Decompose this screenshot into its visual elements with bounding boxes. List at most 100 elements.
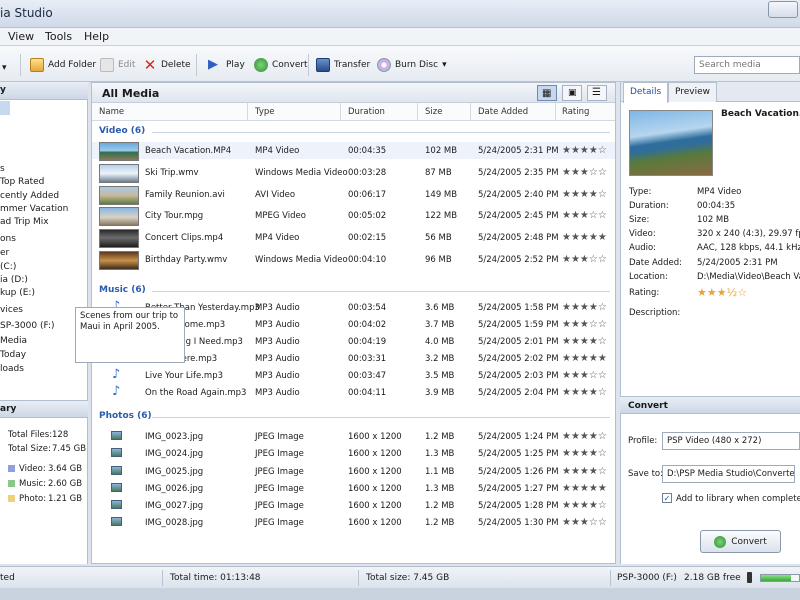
dropdown-arrow-icon[interactable]: ▾ <box>2 58 7 78</box>
cell-date: 5/24/2005 1:27 PM <box>478 484 559 494</box>
add-to-library-label: Add to library when complete <box>676 494 800 504</box>
group-header-video[interactable]: Video (6) <box>99 126 145 136</box>
nav-item-backup-e[interactable]: kup (E:) <box>0 288 35 298</box>
column-duration[interactable]: Duration <box>348 107 385 117</box>
column-divider[interactable] <box>340 103 341 121</box>
edit-button[interactable]: Edit <box>100 55 135 75</box>
cell-date: 5/24/2005 2:02 PM <box>478 354 559 364</box>
nav-item-drive-c[interactable]: (C:) <box>0 262 16 272</box>
tab-preview[interactable]: Preview <box>668 82 718 102</box>
cell-dimensions: 1600 x 1200 <box>348 484 402 494</box>
nav-item-psp-3000[interactable]: SP-3000 (F:) <box>0 321 55 331</box>
delete-button[interactable]: ✕ Delete <box>143 55 191 75</box>
storage-bar-fill <box>761 575 792 581</box>
table-row[interactable]: ♪ Live Your Life.mp3 MP3 Audio 00:03:47 … <box>92 367 615 384</box>
minimize-button[interactable] <box>768 1 798 18</box>
table-row[interactable]: IMG_0028.jpg JPEG Image 1600 x 1200 1.2 … <box>92 514 615 531</box>
rating-stars[interactable]: ★★★☆☆ <box>562 210 607 221</box>
search-input[interactable] <box>694 56 800 74</box>
rating-stars[interactable]: ★★★★☆ <box>562 466 607 477</box>
rating-stars[interactable]: ★★★★☆ <box>562 336 607 347</box>
column-divider[interactable] <box>247 103 248 121</box>
convert-toolbar-button[interactable]: Convert <box>254 55 308 75</box>
column-divider[interactable] <box>470 103 471 121</box>
add-to-library-checkbox[interactable]: ✓ <box>662 493 672 503</box>
table-row[interactable]: IMG_0027.jpg JPEG Image 1600 x 1200 1.2 … <box>92 497 615 514</box>
table-row[interactable]: Concert Clips.mp4 MP4 Video 00:02:15 56 … <box>92 229 615 248</box>
add-folder-button[interactable]: Add Folder <box>30 55 96 75</box>
nav-item-recently-added[interactable]: cently Added <box>0 191 59 201</box>
nav-item[interactable]: s <box>0 164 5 174</box>
cell-size: 1.2 MB <box>425 501 455 511</box>
rating-stars[interactable]: ★★★☆☆ <box>562 319 607 330</box>
thumbnail-view-button[interactable]: ▣ <box>562 85 582 101</box>
nav-item-summer-vacation[interactable]: mmer Vacation <box>0 204 68 214</box>
detail-rating-stars[interactable]: ★★★½☆ <box>697 286 747 299</box>
group-divider <box>152 291 610 292</box>
column-date-added[interactable]: Date Added <box>478 107 528 117</box>
nav-item-today[interactable]: Today <box>0 350 26 360</box>
nav-item-devices[interactable]: vices <box>0 305 23 315</box>
menu-view[interactable]: View <box>8 30 34 43</box>
column-size[interactable]: Size <box>425 107 442 117</box>
column-type[interactable]: Type <box>255 107 275 117</box>
rating-stars[interactable]: ★★★★☆ <box>562 189 607 200</box>
rating-stars[interactable]: ★★★☆☆ <box>562 167 607 178</box>
table-row[interactable]: Birthday Party.wmv Windows Media Video 0… <box>92 251 615 270</box>
rating-stars[interactable]: ★★★★☆ <box>562 387 607 398</box>
nav-item-media[interactable]: Media <box>0 336 27 346</box>
group-header-photos[interactable]: Photos (6) <box>99 411 152 421</box>
profile-select[interactable]: PSP Video (480 x 272) <box>662 432 800 450</box>
cell-date: 5/24/2005 1:28 PM <box>478 501 559 511</box>
menu-tools[interactable]: Tools <box>45 30 72 43</box>
rating-stars[interactable]: ★★★☆☆ <box>562 517 607 528</box>
list-view-button[interactable]: ☰ <box>587 85 607 101</box>
nav-item-road-trip-mix[interactable]: ad Trip Mix <box>0 217 49 227</box>
nav-item-downloads[interactable]: loads <box>0 364 24 374</box>
rating-stars[interactable]: ★★★☆☆ <box>562 254 607 265</box>
nav-item-locations[interactable]: ons <box>0 234 16 244</box>
rating-stars[interactable]: ★★★☆☆ <box>562 370 607 381</box>
nav-item-top-rated[interactable]: Top Rated <box>0 177 44 187</box>
grid-view-button[interactable]: ▦ <box>537 85 557 101</box>
library-stats-header: ary <box>0 400 88 418</box>
convert-icon <box>254 58 268 72</box>
table-row[interactable]: ♪ On the Road Again.mp3 MP3 Audio 00:04:… <box>92 384 615 401</box>
table-row[interactable]: IMG_0026.jpg JPEG Image 1600 x 1200 1.3 … <box>92 480 615 497</box>
nav-item-media-d[interactable]: ia (D:) <box>0 275 28 285</box>
table-row[interactable]: IMG_0023.jpg JPEG Image 1600 x 1200 1.2 … <box>92 428 615 445</box>
rating-stars[interactable]: ★★★★☆ <box>562 448 607 459</box>
cell-type: Windows Media Video <box>255 168 348 178</box>
table-row[interactable]: Beach Vacation.MP4 MP4 Video 00:04:35 10… <box>92 142 615 161</box>
column-divider[interactable] <box>417 103 418 121</box>
table-row[interactable]: Family Reunion.avi AVI Video 00:06:17 14… <box>92 186 615 205</box>
transfer-button[interactable]: Transfer <box>316 55 370 75</box>
rating-stars[interactable]: ★★★★☆ <box>562 145 607 156</box>
group-header-music[interactable]: Music (6) <box>99 285 146 295</box>
cell-duration: 00:02:15 <box>348 233 387 243</box>
rating-stars[interactable]: ★★★★★ <box>562 232 607 243</box>
burn-disc-button[interactable]: Burn Disc ▾ <box>377 55 447 75</box>
nav-item-computer[interactable]: er <box>0 248 9 258</box>
convert-section-header: Convert <box>620 396 800 414</box>
rating-stars[interactable]: ★★★★★ <box>562 483 607 494</box>
tab-details[interactable]: Details <box>623 82 669 103</box>
rating-stars[interactable]: ★★★★★ <box>562 353 607 364</box>
save-to-field[interactable]: D:\PSP Media Studio\Converted <box>662 465 795 483</box>
table-row[interactable]: IMG_0025.jpg JPEG Image 1600 x 1200 1.1 … <box>92 463 615 480</box>
delete-label: Delete <box>161 60 191 70</box>
column-divider[interactable] <box>555 103 556 121</box>
column-name[interactable]: Name <box>99 107 124 117</box>
rating-stars[interactable]: ★★★★☆ <box>562 302 607 313</box>
convert-button[interactable]: Convert <box>700 530 781 553</box>
play-button[interactable]: ▶ Play <box>208 55 245 75</box>
column-rating[interactable]: Rating <box>562 107 589 117</box>
rating-stars[interactable]: ★★★★☆ <box>562 431 607 442</box>
table-row[interactable]: Ski Trip.wmv Windows Media Video 00:03:2… <box>92 164 615 183</box>
rating-stars[interactable]: ★★★★☆ <box>562 500 607 511</box>
menu-help[interactable]: Help <box>84 30 109 43</box>
table-row[interactable]: IMG_0024.jpg JPEG Image 1600 x 1200 1.3 … <box>92 445 615 462</box>
description-textarea[interactable]: Scenes from our trip to Maui in April 20… <box>75 307 185 363</box>
cell-type: MP4 Video <box>255 233 300 243</box>
table-row[interactable]: City Tour.mpg MPEG Video 00:05:02 122 MB… <box>92 207 615 226</box>
